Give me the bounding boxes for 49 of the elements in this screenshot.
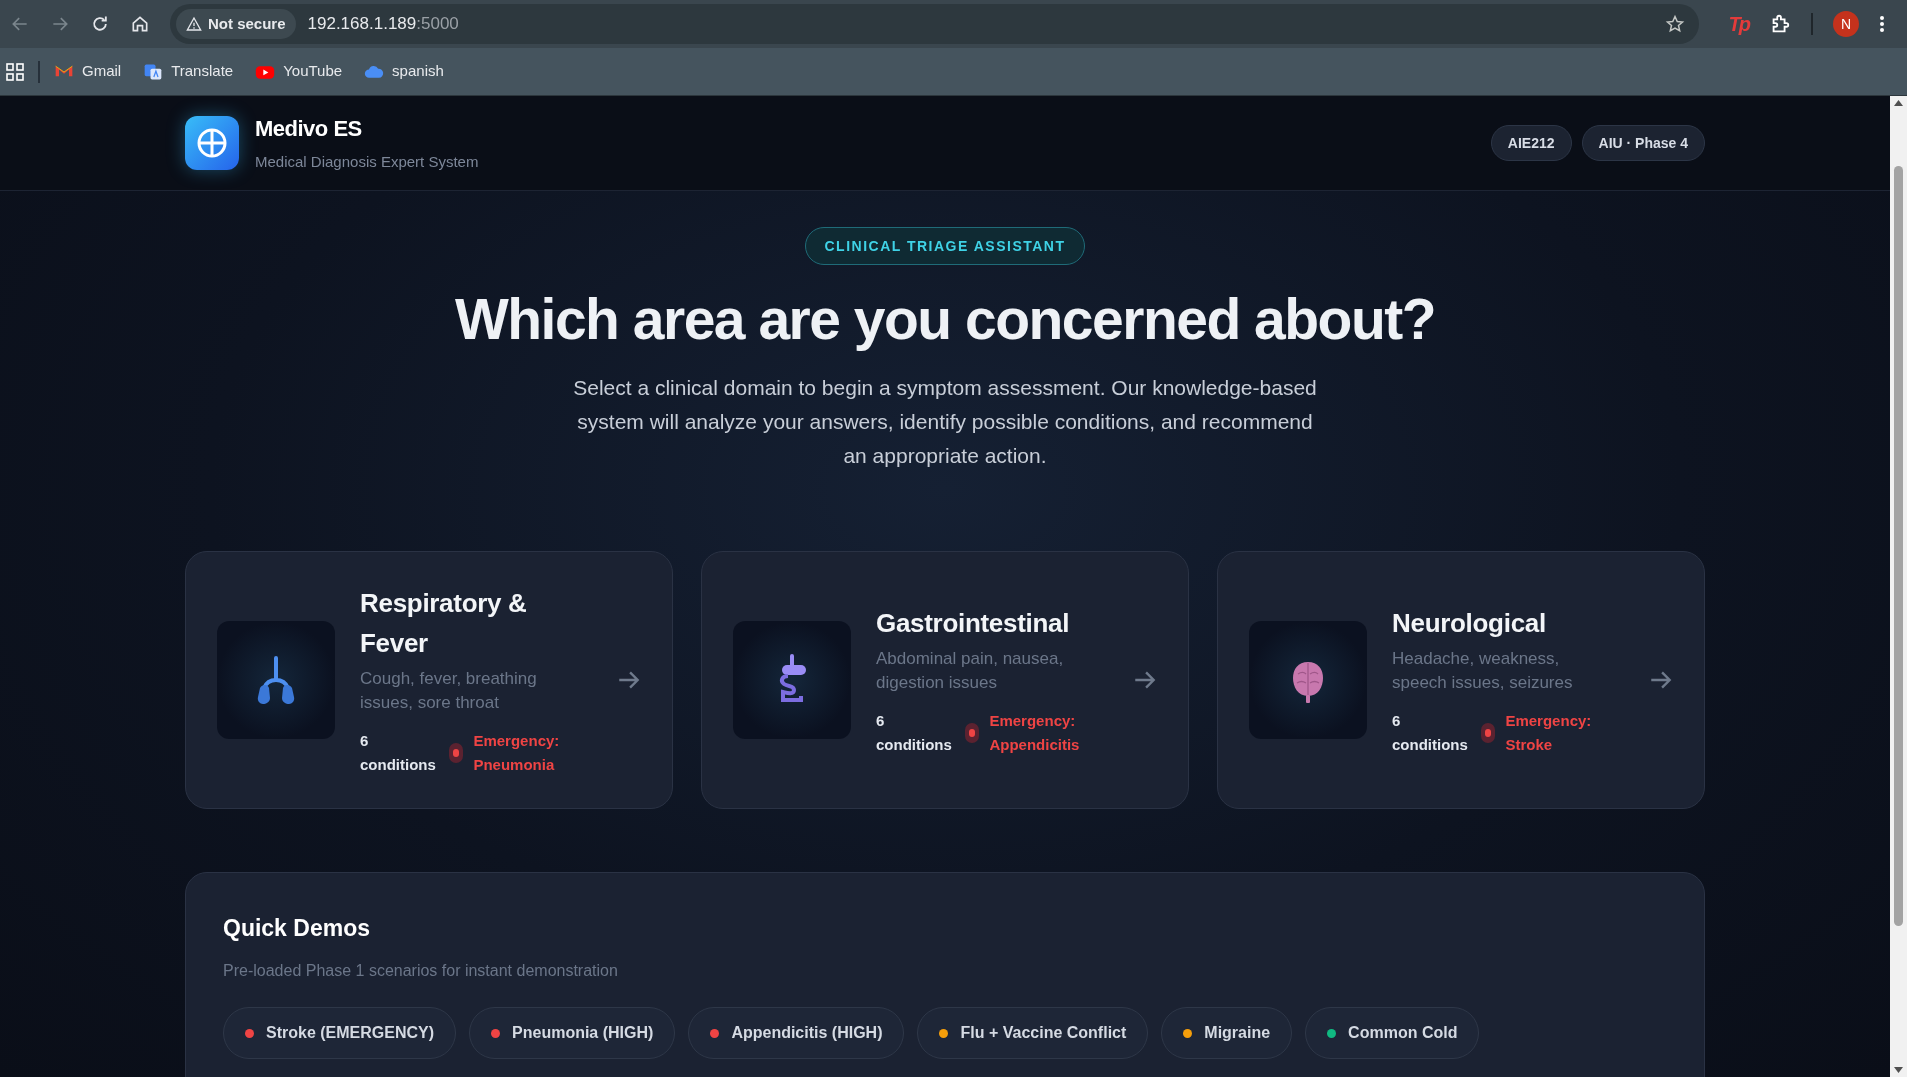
emergency-label: Emergency: Stroke	[1505, 710, 1593, 755]
apps-grid-icon[interactable]	[6, 62, 24, 81]
scroll-up-icon[interactable]	[1894, 100, 1903, 106]
card-description: Cough, fever, breathing issues, sore throat	[360, 667, 538, 714]
header-badge: AIE212	[1490, 125, 1572, 161]
header-badge: AIU · Phase 4	[1581, 125, 1705, 161]
bookmark-link[interactable]: Translate	[143, 60, 234, 83]
card-title: Gastrointestinal	[876, 606, 1071, 640]
bookmark-link[interactable]: YouTube	[255, 60, 343, 83]
demo-chip[interactable]: Migraine	[1161, 1007, 1293, 1060]
eyebrow-badge: CLINICAL TRIAGE ASSISTANT	[805, 227, 1085, 265]
url-text: 192.168.1.189:5000	[307, 13, 459, 36]
bookmark-link[interactable]: spanish	[364, 60, 444, 83]
domain-card[interactable]: Respiratory & Fever Cough, fever, breathing issues, sore throat 6 conditions Emergency: Pneumonia	[185, 550, 673, 809]
demo-chip[interactable]: Pneumonia (HIGH)	[469, 1007, 676, 1060]
card-title: Neurological	[1392, 606, 1547, 640]
reload-icon[interactable]	[90, 14, 110, 34]
home-icon[interactable]	[130, 14, 150, 34]
bookmark-link[interactable]: Gmail	[54, 60, 122, 83]
app-title: Medivo ES	[255, 115, 363, 144]
star-icon[interactable]	[1664, 14, 1685, 34]
logo-icon	[185, 116, 239, 170]
card-description: Abdominal pain, nausea, digestion issues	[876, 647, 1065, 694]
condition-count: 6 conditions	[876, 710, 953, 755]
domain-card[interactable]: Neurological Headache, weakness, speech issues, seizures 6 conditions Emergency: Stroke	[1217, 550, 1705, 809]
scroll-down-icon[interactable]	[1894, 1067, 1903, 1073]
demo-chip[interactable]: Common Cold	[1305, 1007, 1480, 1060]
demo-chip[interactable]: Flu + Vaccine Conflict	[917, 1007, 1149, 1060]
card-title: Respiratory & Fever	[360, 586, 528, 660]
scrollbar-thumb[interactable]	[1894, 166, 1903, 926]
emergency-label: Emergency: Appendicitis	[989, 710, 1081, 755]
more-icon[interactable]	[1879, 14, 1885, 34]
security-label: Not secure	[208, 13, 286, 34]
page-heading: Which area are you concerned about?	[454, 287, 1436, 353]
card-description: Headache, weakness, speech issues, seizures	[1392, 647, 1574, 694]
demo-chip[interactable]: Appendicitis (HIGH)	[688, 1007, 905, 1060]
security-chip[interactable]: Not secure	[176, 9, 296, 39]
section-title: Quick Demos	[223, 913, 371, 943]
warning-icon	[186, 16, 202, 32]
demo-chip[interactable]: Stroke (EMERGENCY)	[223, 1007, 457, 1060]
condition-count: 6 conditions	[1392, 710, 1469, 755]
app-subtitle: Medical Diagnosis Expert System	[255, 152, 479, 173]
condition-count: 6 conditions	[360, 730, 437, 775]
page-description: Select a clinical domain to begin a symptom assessment. Our knowledge-based system will analyze your answers, identify possible conditions, and recommend an appropriate action.	[572, 374, 1318, 469]
emergency-label: Emergency: Pneumonia	[473, 730, 561, 775]
profile-avatar[interactable]: N	[1833, 11, 1859, 37]
domain-card[interactable]: Gastrointestinal Abdominal pain, nausea, digestion issues 6 conditions Emergency: Appendicitis	[701, 550, 1189, 809]
section-subtitle: Pre-loaded Phase 1 scenarios for instant demonstration	[223, 961, 619, 982]
address-bar[interactable]: Not secure 192.168.1.189:5000	[170, 4, 1699, 44]
